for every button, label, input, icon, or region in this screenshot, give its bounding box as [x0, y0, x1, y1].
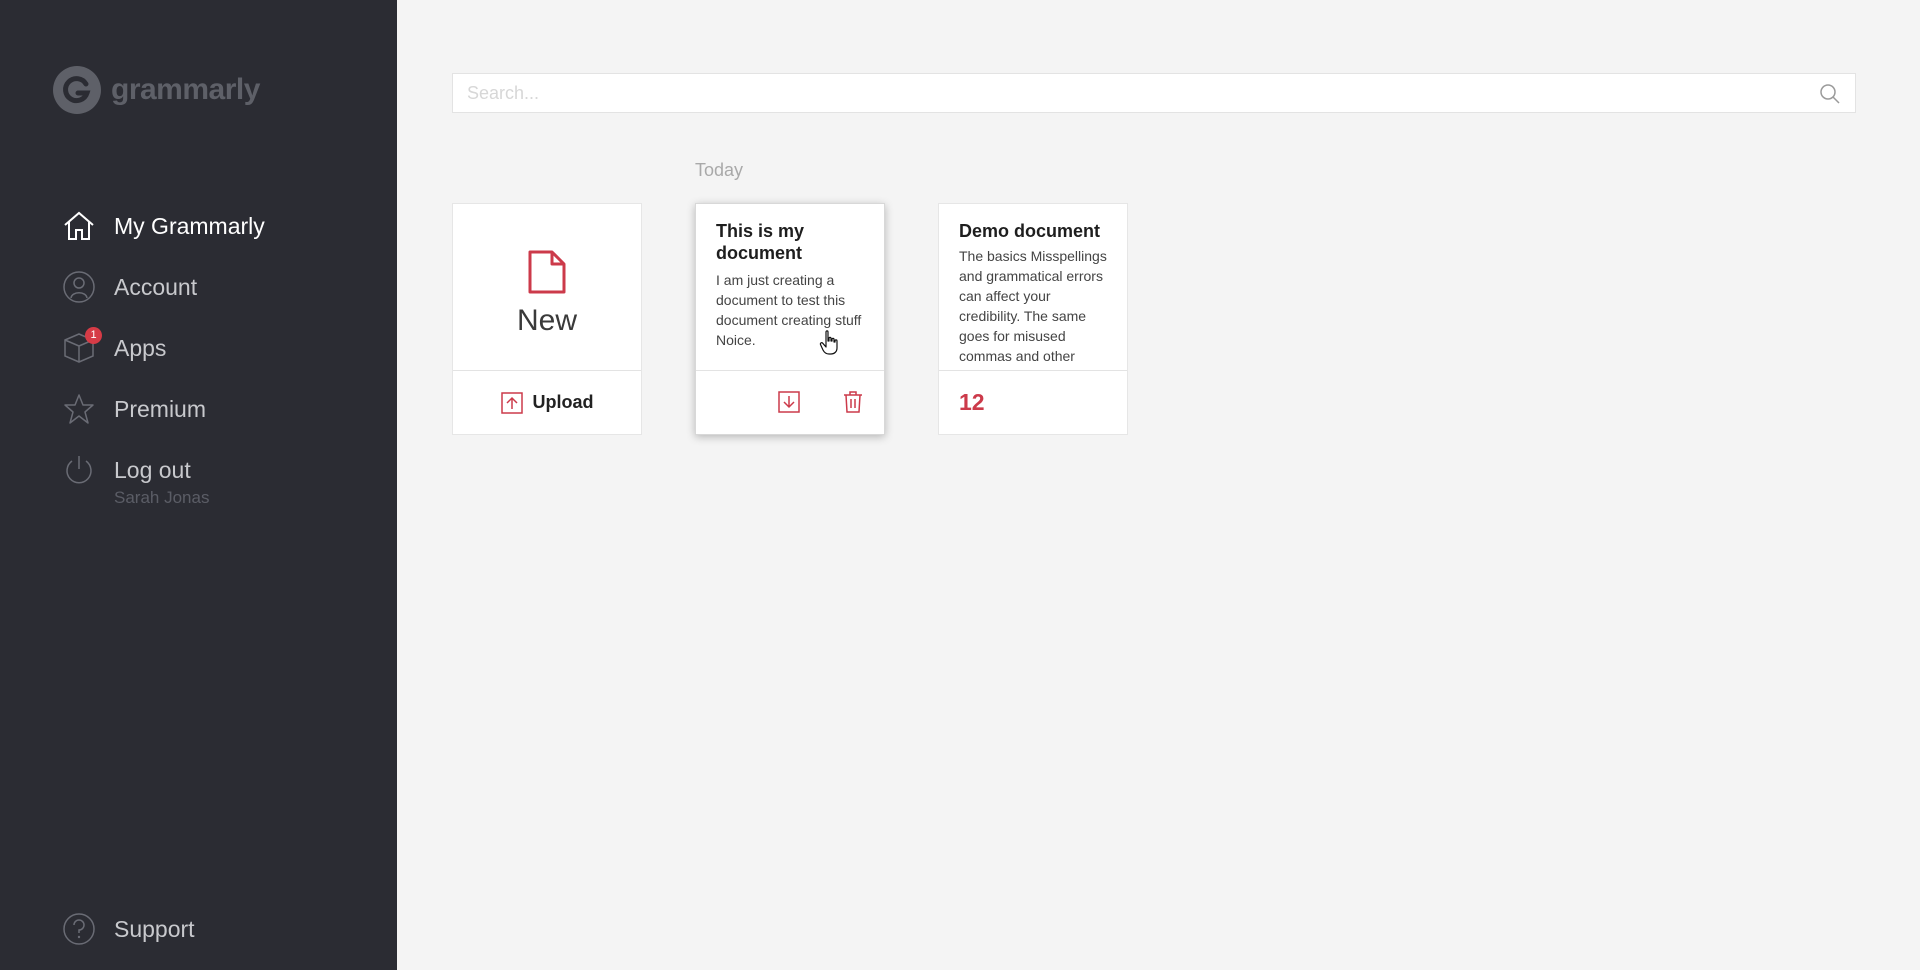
document-excerpt: I am just creating a document to test th… — [716, 272, 862, 348]
search-icon[interactable] — [1819, 83, 1841, 110]
sidebar-item-label: My Grammarly — [114, 212, 265, 239]
sidebar-item-label: Premium — [114, 395, 207, 422]
document-actions — [696, 370, 884, 434]
document-card[interactable]: Demo document The basics Misspellings an… — [938, 203, 1128, 435]
user-icon — [62, 270, 96, 304]
trash-icon[interactable] — [842, 390, 864, 419]
help-icon — [62, 912, 96, 946]
sidebar-item-my-grammarly[interactable]: My Grammarly — [62, 209, 265, 243]
home-icon — [62, 209, 96, 243]
document-card[interactable]: This is my document I am just creating a… — [695, 203, 885, 435]
search-bar — [452, 73, 1856, 113]
sidebar-item-label: Support — [114, 915, 195, 942]
sidebar-item-label: Log out — [114, 456, 191, 483]
sidebar-item-label: Apps — [114, 334, 167, 361]
new-document-label: New — [516, 304, 577, 337]
upload-icon — [500, 391, 523, 414]
download-icon[interactable] — [778, 391, 800, 418]
sidebar-item-label: Account — [114, 273, 198, 300]
sidebar: grammarly My Grammarly Account 1 Apps Pr… — [0, 0, 397, 970]
document-issue-count: 12 — [939, 370, 1127, 434]
sidebar-item-apps[interactable]: 1 Apps — [62, 327, 167, 365]
sidebar-item-premium[interactable]: Premium — [62, 392, 206, 426]
new-document-button[interactable]: New — [453, 204, 641, 372]
user-name: Sarah Jonas — [114, 488, 210, 507]
star-icon — [62, 392, 96, 426]
document-excerpt: The basics Misspellings and grammatical … — [959, 248, 1107, 364]
issue-count: 12 — [959, 389, 985, 415]
sidebar-item-log-out[interactable]: Log out — [62, 453, 191, 487]
sidebar-item-support[interactable]: Support — [62, 912, 195, 946]
upload-label: Upload — [532, 392, 594, 412]
upload-button[interactable]: Upload — [453, 370, 641, 434]
grammarly-logo[interactable]: grammarly — [53, 66, 260, 114]
logo-text: grammarly — [111, 73, 260, 106]
hand-cursor-icon — [819, 330, 838, 355]
apps-badge: 1 — [85, 327, 102, 344]
section-label-today: Today — [695, 160, 744, 180]
box-icon: 1 — [62, 327, 102, 365]
power-icon — [62, 453, 96, 487]
grammarly-g-icon — [53, 66, 101, 114]
new-document-card[interactable]: New Upload — [452, 203, 642, 435]
document-title: This is my document — [716, 221, 805, 263]
document-title: Demo document — [959, 221, 1101, 241]
search-input[interactable] — [453, 74, 1821, 112]
new-document-icon — [528, 250, 566, 294]
sidebar-item-account[interactable]: Account — [62, 270, 197, 304]
